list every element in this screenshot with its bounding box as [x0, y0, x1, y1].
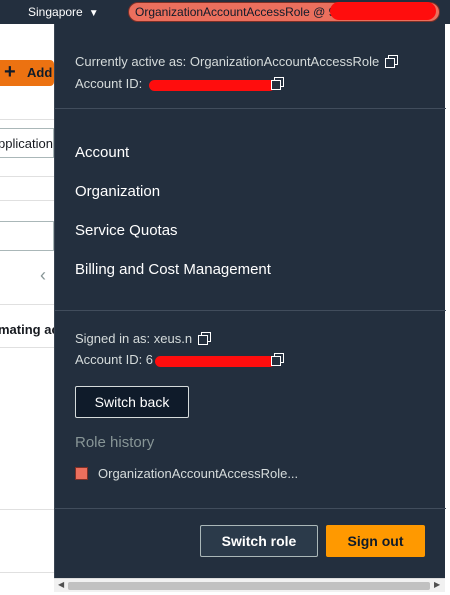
- signed-account-label: Account ID: 6: [75, 352, 154, 367]
- signed-account-line: Account ID: 6: [75, 352, 153, 367]
- menu-item-service-quotas[interactable]: Service Quotas: [75, 222, 178, 239]
- divider: [55, 508, 446, 509]
- region-label: Singapore: [28, 5, 83, 19]
- divider: [0, 200, 54, 201]
- top-nav-bar: Singapore ▼ OrganizationAccountAccessRole…: [0, 0, 450, 24]
- role-history-item[interactable]: OrganizationAccountAccessRole...: [75, 466, 298, 481]
- add-button-label: Add: [27, 65, 53, 80]
- region-selector[interactable]: Singapore ▼: [28, 4, 99, 22]
- signed-in-line: Signed in as: xeus.n: [75, 331, 212, 346]
- role-history-heading: Role history: [75, 434, 155, 451]
- scroll-left-icon[interactable]: ◀: [58, 580, 64, 589]
- divider: [55, 108, 446, 109]
- menu-item-billing[interactable]: Billing and Cost Management: [75, 261, 271, 278]
- divider: [0, 347, 54, 348]
- active-account-label: Account ID:: [75, 76, 143, 91]
- add-button[interactable]: + Add: [0, 60, 54, 86]
- background-field-text: pplication: [0, 136, 53, 151]
- background-field[interactable]: pplication: [0, 128, 54, 158]
- divider: [0, 572, 54, 573]
- caret-down-icon: ▼: [88, 8, 99, 19]
- sign-out-button[interactable]: Sign out: [326, 525, 425, 557]
- active-account-line: Account ID:: [75, 76, 142, 91]
- scroll-right-icon[interactable]: ▶: [434, 580, 440, 589]
- redaction-mark: [149, 80, 275, 91]
- copy-account-line: [265, 76, 284, 91]
- plus-icon: +: [4, 61, 16, 83]
- role-menu-label: OrganizationAccountAccessRole @ 9: [135, 5, 336, 19]
- active-role-line: Currently active as: OrganizationAccount…: [75, 54, 399, 69]
- scrollbar-thumb[interactable]: [68, 582, 430, 590]
- background-column-header: mating ac: [0, 322, 54, 337]
- divider: [0, 176, 54, 177]
- redaction-mark: [155, 356, 275, 367]
- copy-icon[interactable]: [198, 332, 212, 345]
- redaction-mark: [330, 2, 436, 20]
- divider: [0, 304, 54, 305]
- background-input[interactable]: [0, 221, 54, 251]
- switch-role-button[interactable]: Switch role: [200, 525, 318, 557]
- divider: [55, 310, 446, 311]
- role-history-item-label: OrganizationAccountAccessRole...: [98, 466, 299, 481]
- menu-item-organization[interactable]: Organization: [75, 183, 160, 200]
- menu-item-account[interactable]: Account: [75, 144, 129, 161]
- divider: [0, 509, 54, 510]
- copy-icon[interactable]: [271, 353, 284, 366]
- horizontal-scrollbar[interactable]: ◀ ▶: [54, 578, 445, 592]
- divider: [0, 119, 54, 120]
- switch-back-button[interactable]: Switch back: [75, 386, 189, 418]
- signed-in-text: Signed in as: xeus.n: [75, 331, 193, 346]
- copy-icon[interactable]: [385, 55, 399, 68]
- copy-icon[interactable]: [271, 77, 284, 90]
- chevron-left-icon[interactable]: ‹: [40, 265, 46, 286]
- active-role-text: Currently active as: OrganizationAccount…: [75, 54, 380, 69]
- role-color-swatch: [75, 467, 88, 480]
- copy-signed-line: [265, 352, 284, 367]
- background-page: + Add pplication ‹ mating ac: [0, 24, 54, 595]
- account-dropdown-panel: Currently active as: OrganizationAccount…: [54, 24, 446, 578]
